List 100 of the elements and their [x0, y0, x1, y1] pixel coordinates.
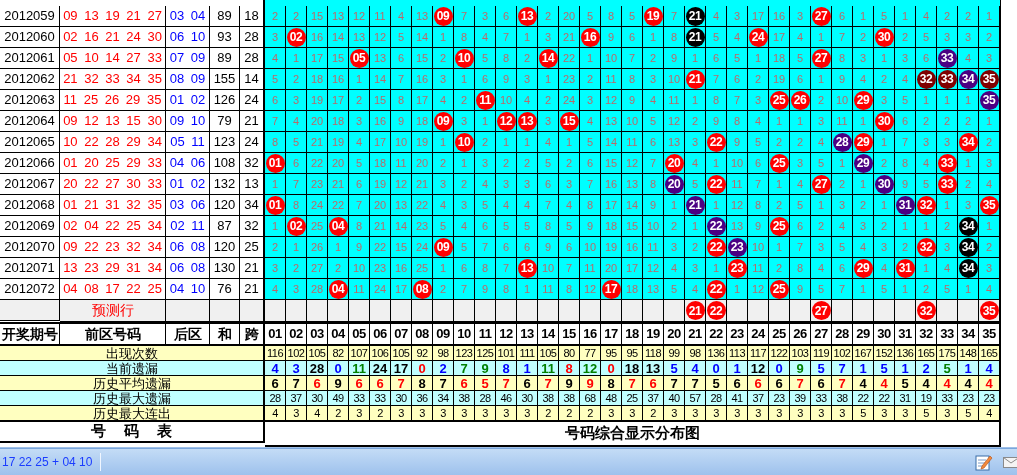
stat-value: 77	[580, 346, 601, 361]
stat-value: 2	[433, 361, 454, 376]
miss-count: 10	[664, 69, 685, 90]
miss-count: 6	[580, 153, 601, 174]
stat-value: 23	[958, 391, 979, 406]
miss-count: 3	[265, 27, 286, 48]
miss-count: 2	[559, 153, 580, 174]
miss-count: 2	[769, 195, 790, 216]
miss-count: 2	[979, 237, 1000, 258]
stat-value: 19	[916, 391, 937, 406]
miss-count: 2	[265, 237, 286, 258]
miss-count: 2	[958, 6, 979, 27]
notepad-pencil-icon[interactable]	[975, 453, 993, 471]
stat-value: 167	[853, 346, 874, 361]
stat-value: 3	[874, 406, 895, 421]
miss-count: 1	[853, 6, 874, 27]
miss-count: 5	[580, 6, 601, 27]
miss-count: 4	[916, 6, 937, 27]
miss-count: 2	[811, 216, 832, 237]
stat-value: 1	[517, 361, 538, 376]
miss-count: 17	[748, 6, 769, 27]
miss-count: 4	[265, 48, 286, 69]
stat-value: 4	[979, 361, 1000, 376]
miss-count: 4	[475, 174, 496, 195]
miss-count: 7	[559, 258, 580, 279]
stat-value: 22	[853, 391, 874, 406]
miss-count: 7	[643, 153, 664, 174]
stat-value: 7	[622, 376, 643, 391]
miss-count: 1	[286, 237, 307, 258]
stat-value: 111	[517, 346, 538, 361]
miss-count: 4	[895, 69, 916, 90]
miss-count: 5	[265, 69, 286, 90]
miss-count: 11	[643, 237, 664, 258]
miss-count: 1	[706, 195, 727, 216]
stat-value: 24	[370, 361, 391, 376]
miss-count: 6	[622, 27, 643, 48]
stat-value: 152	[874, 346, 895, 361]
stat-value: 3	[811, 406, 832, 421]
miss-count: 6	[559, 237, 580, 258]
miss-count: 3	[748, 90, 769, 111]
stat-value: 3	[391, 406, 412, 421]
miss-count: 5	[811, 279, 832, 300]
miss-count: 3	[895, 48, 916, 69]
stat-value: 4	[979, 406, 1000, 421]
miss-count: 7	[790, 237, 811, 258]
miss-count: 9	[538, 237, 559, 258]
miss-count: 16	[601, 174, 622, 195]
miss-count: 2	[937, 216, 958, 237]
stat-value: 7	[664, 376, 685, 391]
stat-value: 30	[307, 391, 328, 406]
miss-count: 21	[370, 216, 391, 237]
issue-cell: 2012059	[0, 6, 60, 27]
miss-count: 1	[853, 174, 874, 195]
stat-value: 0	[412, 361, 433, 376]
envelope-icon[interactable]	[1003, 455, 1017, 469]
miss-count: 8	[895, 153, 916, 174]
sum-cell: 123	[210, 132, 240, 153]
stat-value: 107	[349, 346, 370, 361]
stat-value: 5	[706, 376, 727, 391]
stat-value: 7	[286, 376, 307, 391]
miss-count: 24	[307, 195, 328, 216]
miss-count: 8	[790, 258, 811, 279]
stat-value: 7	[454, 361, 475, 376]
miss-count: 9	[622, 90, 643, 111]
miss-count: 12	[622, 153, 643, 174]
stat-value: 38	[832, 391, 853, 406]
stat-value: 4	[979, 376, 1000, 391]
miss-count: 2	[433, 48, 454, 69]
stat-value: 3	[706, 406, 727, 421]
stat-value: 0	[328, 361, 349, 376]
miss-count: 1	[706, 258, 727, 279]
issue-cell: 2012063	[0, 90, 60, 111]
miss-count: 2	[475, 132, 496, 153]
miss-count: 2	[979, 132, 1000, 153]
miss-count: 9	[643, 195, 664, 216]
miss-count: 5	[916, 27, 937, 48]
miss-count: 3	[853, 216, 874, 237]
miss-count: 14	[601, 132, 622, 153]
miss-count: 2	[433, 279, 454, 300]
front-numbers: 11 25 26 29 35	[60, 90, 166, 111]
miss-count: 1	[895, 6, 916, 27]
miss-count: 18	[370, 153, 391, 174]
miss-count: 2	[895, 27, 916, 48]
miss-count: 2	[979, 27, 1000, 48]
sum-cell: 130	[210, 258, 240, 279]
stat-value: 3	[664, 406, 685, 421]
miss-count: 7	[622, 48, 643, 69]
stat-value: 105	[391, 346, 412, 361]
stat-value: 23	[979, 391, 1000, 406]
stat-value: 7	[433, 376, 454, 391]
stat-value: 3	[895, 406, 916, 421]
stat-value: 12	[580, 361, 601, 376]
miss-count: 8	[706, 90, 727, 111]
back-numbers: 01 02	[166, 174, 210, 195]
stat-label: 历史平均遗漏	[0, 376, 265, 391]
miss-count: 1	[979, 216, 1000, 237]
miss-count: 1	[475, 111, 496, 132]
miss-count: 11	[727, 174, 748, 195]
miss-count: 2	[664, 216, 685, 237]
miss-count: 7	[496, 27, 517, 48]
